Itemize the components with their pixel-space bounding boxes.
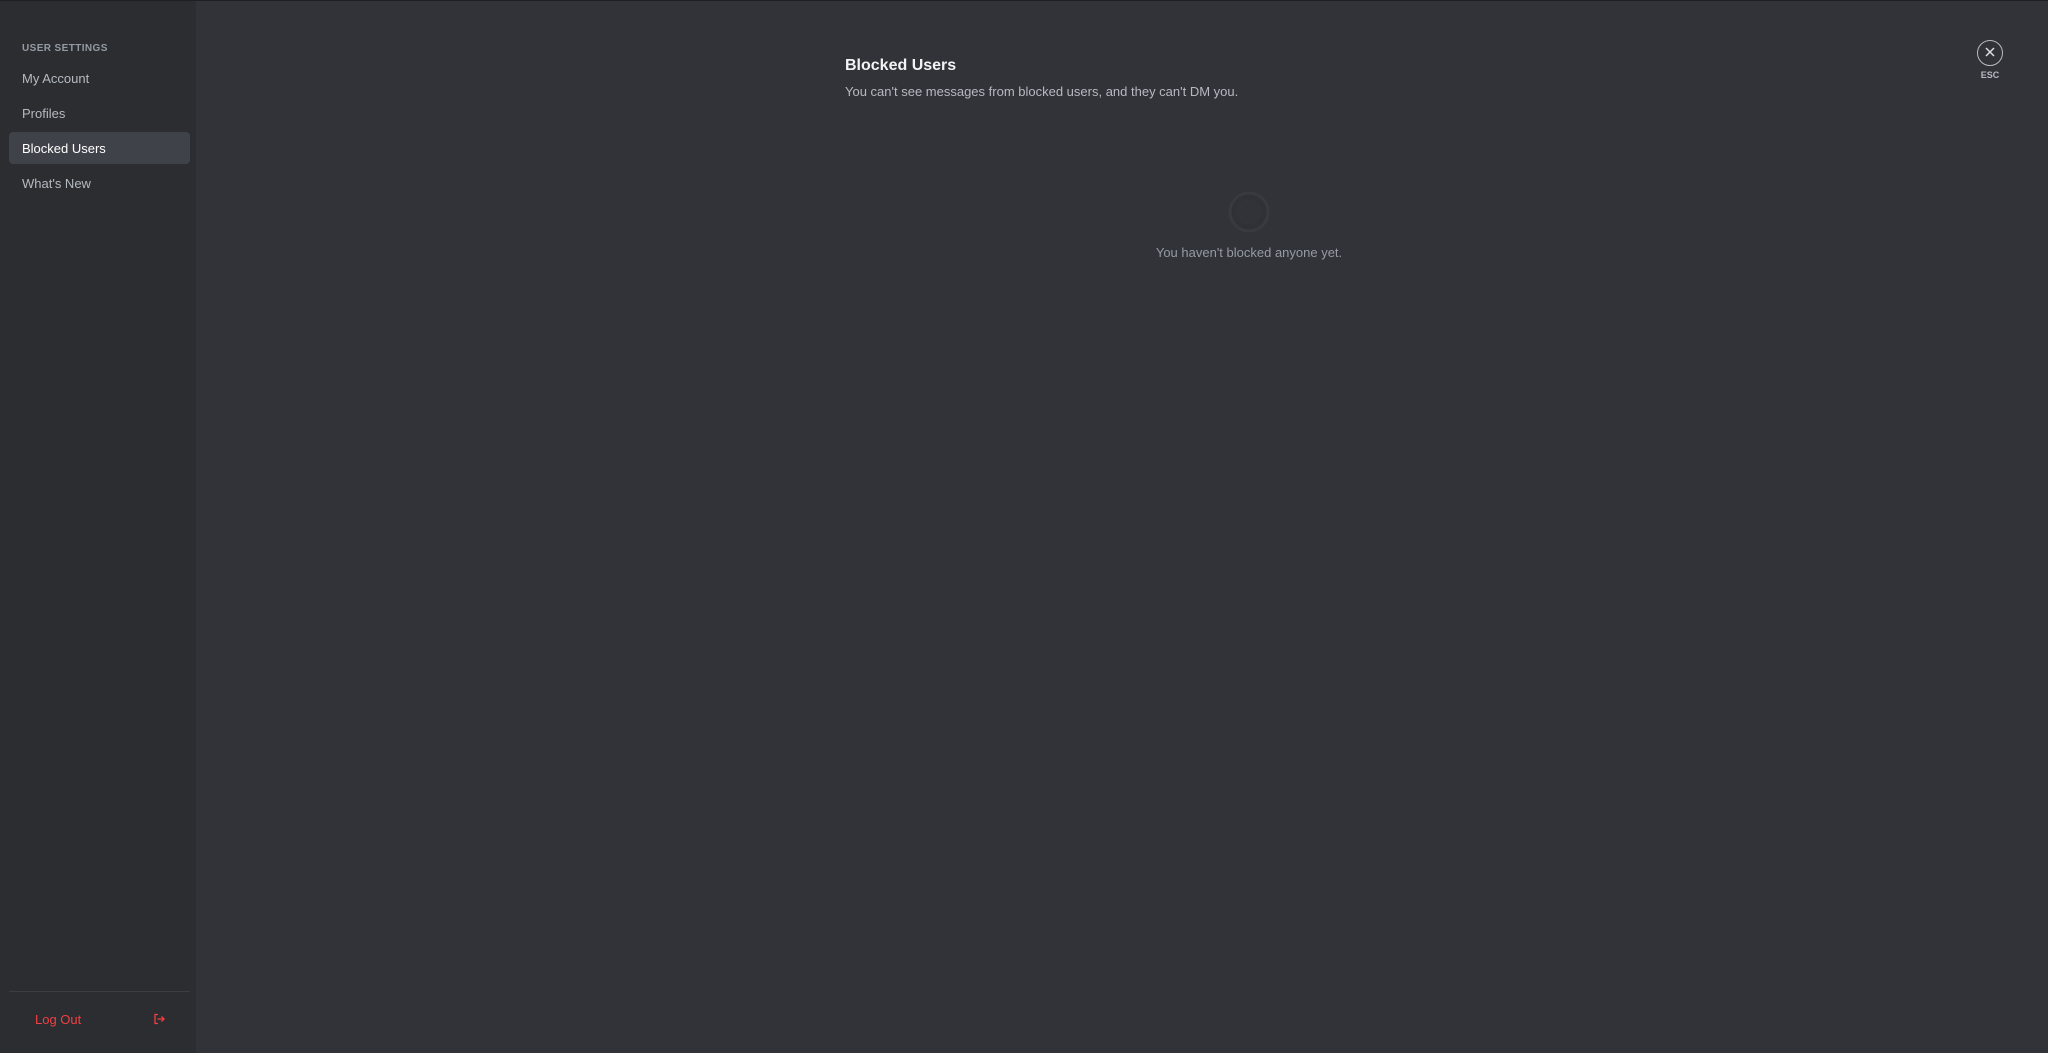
sidebar-item-label: What's New <box>22 175 91 191</box>
logout-button[interactable]: Log Out <box>9 1003 190 1035</box>
page-title: Blocked Users <box>845 57 957 74</box>
blocked-users-empty-icon <box>1226 189 1272 235</box>
sidebar-item-label: My Account <box>22 70 90 86</box>
settings-sidebar: USER SETTINGS My Account Profiles Blocke… <box>0 1 196 1053</box>
sidebar-item-label: Blocked Users <box>22 140 106 156</box>
settings-window: USER SETTINGS My Account Profiles Blocke… <box>0 0 2048 1053</box>
esc-label: ESC <box>1980 70 2000 80</box>
sidebar-item-my-account[interactable]: My Account <box>9 62 190 94</box>
sidebar-item-blocked-users[interactable]: Blocked Users <box>9 132 190 164</box>
sidebar-header: USER SETTINGS <box>22 43 108 54</box>
logout-label: Log Out <box>35 1011 82 1027</box>
empty-state-text: You haven't blocked anyone yet. <box>1155 245 1343 260</box>
settings-main: Blocked Users You can't see messages fro… <box>196 1 2048 1053</box>
sidebar-divider <box>9 991 190 992</box>
empty-state: You haven't blocked anyone yet. <box>1049 189 1449 260</box>
close-button[interactable] <box>1977 40 2003 66</box>
page-description: You can't see messages from blocked user… <box>845 84 1239 99</box>
close-control: ESC <box>1972 40 2008 80</box>
sidebar-item-label: Profiles <box>22 105 66 121</box>
logout-icon <box>152 1012 166 1026</box>
sidebar-item-profiles[interactable]: Profiles <box>9 97 190 129</box>
blocked-users-section: Blocked Users You can't see messages fro… <box>845 57 1545 99</box>
sidebar-item-whats-new[interactable]: What's New <box>9 167 190 199</box>
close-icon <box>1985 44 1995 62</box>
